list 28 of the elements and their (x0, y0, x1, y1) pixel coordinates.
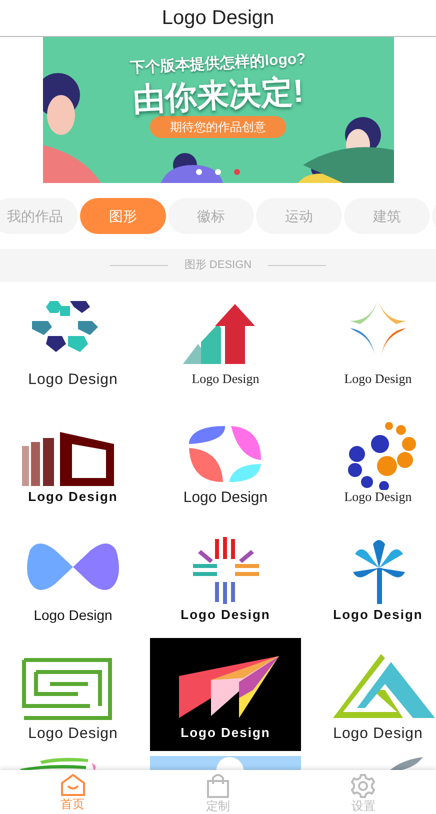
spark-shapes-drawing (350, 302, 406, 356)
hexagon-logo-drawing (32, 301, 98, 352)
home-icon (60, 773, 86, 797)
header-title: Logo Design (162, 6, 274, 31)
arrows-drawing (182, 304, 254, 364)
logo-caption: Logo Design (344, 490, 412, 503)
logo-caption: Logo Design (344, 372, 412, 385)
logo-caption: Logo Design (28, 726, 118, 741)
logo-caption: Logo Design (192, 372, 260, 385)
logo-caption: Logo Design (28, 490, 118, 503)
logo-card[interactable] (150, 756, 301, 771)
logo-card[interactable]: Logo Design (150, 638, 301, 751)
logo-caption: Logo Design (333, 726, 423, 741)
sunburst-drawing (192, 537, 258, 604)
logo-caption: Logo Design (28, 372, 118, 387)
logo-caption: Logo Design (183, 490, 268, 505)
dots-drawing (348, 422, 416, 490)
petals-drawing (188, 426, 260, 482)
logo-caption: Logo Design (180, 726, 270, 739)
logo-caption: Logo Design (180, 608, 270, 621)
settings-icon (350, 773, 376, 799)
shopping-bag-icon (206, 773, 230, 799)
leaf-drawing (389, 757, 423, 771)
section-title: 图形 DESIGN (184, 258, 252, 274)
palm-tree-drawing (353, 540, 405, 604)
logo-caption: Logo Design (333, 608, 423, 621)
logo-caption: Logo Design (34, 608, 112, 622)
banner-headline: 下个版本提供怎样的logo? (130, 49, 306, 77)
